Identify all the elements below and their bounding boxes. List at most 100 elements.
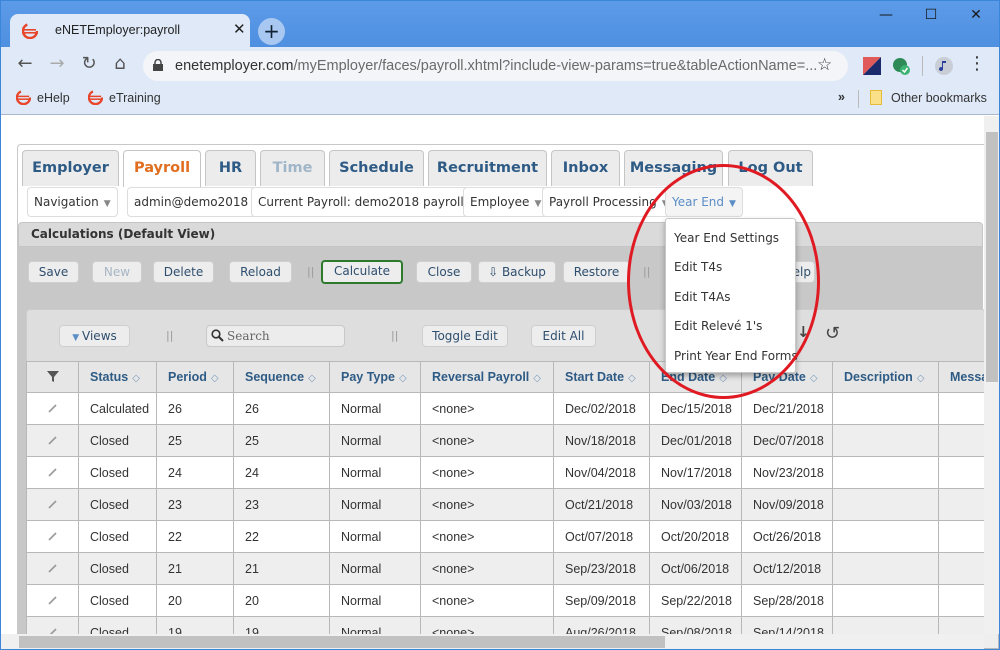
column-header-status[interactable]: Status ◇ [78, 361, 157, 393]
reload-button[interactable]: ↻ [77, 53, 101, 74]
views-button[interactable]: ▼ Views [59, 325, 130, 347]
table-row[interactable]: Closed 20 20 Normal <none> Sep/09/2018 Sep/22/… [26, 584, 999, 617]
table-row[interactable]: Closed 21 21 Normal <none> Sep/23/2018 Oct/06/… [26, 552, 999, 585]
table-cell [832, 488, 939, 521]
table-cell: <none> [420, 552, 554, 585]
tab-recruitment[interactable]: Recruitment [428, 150, 547, 186]
delete-button[interactable]: Delete [153, 261, 214, 283]
column-header-start-date[interactable]: Start Date ◇ [553, 361, 650, 393]
toggle-edit-button[interactable]: Toggle Edit [422, 325, 508, 347]
table-row[interactable]: Closed 24 24 Normal <none> Nov/04/2018 Nov/17/… [26, 456, 999, 489]
column-header-pay-type[interactable]: Pay Type ◇ [329, 361, 421, 393]
current-payroll-dropdown[interactable]: Current Payroll: demo2018 payroll▼ [251, 187, 483, 217]
download-arrow-icon[interactable]: ↓ [797, 323, 810, 341]
tab-inbox[interactable]: Inbox [551, 150, 620, 186]
edit-pencil-icon[interactable] [26, 392, 79, 425]
edit-pencil-icon[interactable] [26, 456, 79, 489]
horizontal-scrollbar[interactable] [1, 634, 984, 649]
table-cell: 22 [233, 520, 330, 553]
bookmark-ehelp[interactable]: eHelp [15, 89, 70, 106]
extension-shield-icon[interactable] [892, 57, 910, 75]
column-label: Description [844, 370, 913, 384]
table-header-row: Status ◇ Period ◇ Sequence ◇ Pay Type ◇ Reve… [26, 361, 999, 393]
refresh-icon[interactable]: ↺ [825, 323, 840, 344]
close-window-button[interactable]: ✕ [961, 7, 991, 23]
profile-avatar-icon[interactable] [935, 57, 953, 75]
column-label: Pay Type [341, 370, 395, 384]
table-row[interactable]: Closed 23 23 Normal <none> Oct/21/2018 Nov/03/… [26, 488, 999, 521]
tab-hr[interactable]: HR [205, 150, 256, 186]
maximize-button[interactable]: ☐ [916, 7, 946, 23]
back-button[interactable]: ← [13, 53, 37, 74]
scrollbar-thumb[interactable] [986, 132, 998, 382]
edit-all-button[interactable]: Edit All [531, 325, 596, 347]
table-row[interactable]: Calculated 26 26 Normal <none> Dec/02/2018 Dec… [26, 392, 999, 425]
url-path: /myEmployer/faces/payroll.xhtml?include-… [293, 58, 818, 74]
menu-item-edit-releve-1s[interactable]: Edit Relevé 1's [674, 319, 762, 333]
edit-pencil-icon[interactable] [26, 552, 79, 585]
close-button[interactable]: Close [416, 261, 472, 283]
column-header-sequence[interactable]: Sequence ◇ [233, 361, 330, 393]
column-header-description[interactable]: Description ◇ [832, 361, 939, 393]
bookmarks-overflow-button[interactable]: » [838, 90, 845, 104]
menu-item-print-year-end-forms[interactable]: Print Year End Forms [674, 349, 798, 363]
forward-button[interactable]: → [45, 53, 69, 74]
table-cell: Oct/06/2018 [649, 552, 742, 585]
backup-button[interactable]: ⇩ Backup [478, 261, 556, 283]
edit-pencil-icon[interactable] [26, 488, 79, 521]
tab-employer[interactable]: Employer [22, 150, 119, 186]
column-label: Period [168, 370, 207, 384]
dropdown-label: Payroll Processing [549, 195, 657, 209]
download-icon: ⇩ [488, 265, 502, 279]
navigation-dropdown[interactable]: Navigation ▼ [27, 187, 118, 217]
table-cell: Dec/01/2018 [649, 424, 742, 457]
filter-icon[interactable] [26, 361, 79, 393]
scrollbar-thumb[interactable] [19, 636, 665, 648]
table-cell: 24 [233, 456, 330, 489]
bookmark-etraining[interactable]: eTraining [87, 89, 161, 106]
restore-button[interactable]: Restore [563, 261, 630, 283]
tab-log-out[interactable]: Log Out [728, 150, 813, 186]
home-button[interactable]: ⌂ [108, 53, 132, 74]
sort-icon: ◇ [809, 373, 818, 384]
table-cell: Nov/03/2018 [649, 488, 742, 521]
table-cell: 26 [233, 392, 330, 425]
address-bar[interactable]: enetemployer.com/myEmployer/faces/payrol… [143, 51, 848, 81]
dropdown-label: Employee [470, 195, 530, 209]
employee-dropdown[interactable]: Employee ▼ [463, 187, 549, 217]
column-header-reversal-payroll[interactable]: Reversal Payroll ◇ [420, 361, 554, 393]
table-row[interactable]: Closed 22 22 Normal <none> Oct/07/2018 Oct/20/… [26, 520, 999, 553]
menu-item-edit-t4as[interactable]: Edit T4As [674, 290, 730, 304]
menu-item-edit-t4s[interactable]: Edit T4s [674, 260, 722, 274]
tab-messaging[interactable]: Messaging [624, 150, 723, 186]
tab-payroll[interactable]: Payroll [123, 150, 201, 187]
table-cell: 20 [233, 584, 330, 617]
browser-tab[interactable]: eNETEmployer:payroll ✕ [10, 14, 250, 48]
edit-pencil-icon[interactable] [26, 584, 79, 617]
table-row[interactable]: Closed 25 25 Normal <none> Nov/18/2018 Dec/01/… [26, 424, 999, 457]
table-cell: Closed [78, 520, 157, 553]
tab-schedule[interactable]: Schedule [329, 150, 424, 186]
reload-button[interactable]: Reload [229, 261, 292, 283]
browser-menu-icon[interactable]: ⋮ [965, 53, 989, 74]
edit-pencil-icon[interactable] [26, 520, 79, 553]
extension-flag-icon[interactable] [863, 57, 881, 75]
user-dropdown[interactable]: admin@demo2018▼ [127, 187, 268, 217]
bookmark-star-icon[interactable]: ☆ [817, 55, 832, 75]
payroll-processing-dropdown[interactable]: Payroll Processing▼ [542, 187, 676, 217]
save-button[interactable]: Save [28, 261, 79, 283]
vertical-scrollbar[interactable] [984, 116, 999, 634]
column-header-period[interactable]: Period ◇ [156, 361, 234, 393]
table-cell: Oct/20/2018 [649, 520, 742, 553]
new-tab-button[interactable]: + [258, 18, 285, 45]
table-cell: <none> [420, 392, 554, 425]
year-end-dropdown[interactable]: Year End ▼ [665, 187, 743, 217]
table-cell: Dec/02/2018 [553, 392, 650, 425]
minimize-button[interactable]: — [871, 7, 901, 23]
edit-pencil-icon[interactable] [26, 424, 79, 457]
calculate-button[interactable]: Calculate [321, 260, 403, 284]
menu-item-year-end-settings[interactable]: Year End Settings [674, 231, 779, 245]
other-bookmarks-button[interactable]: Other bookmarks [870, 90, 987, 105]
search-input[interactable]: Search [206, 325, 345, 347]
tab-close-icon[interactable]: ✕ [233, 20, 246, 38]
